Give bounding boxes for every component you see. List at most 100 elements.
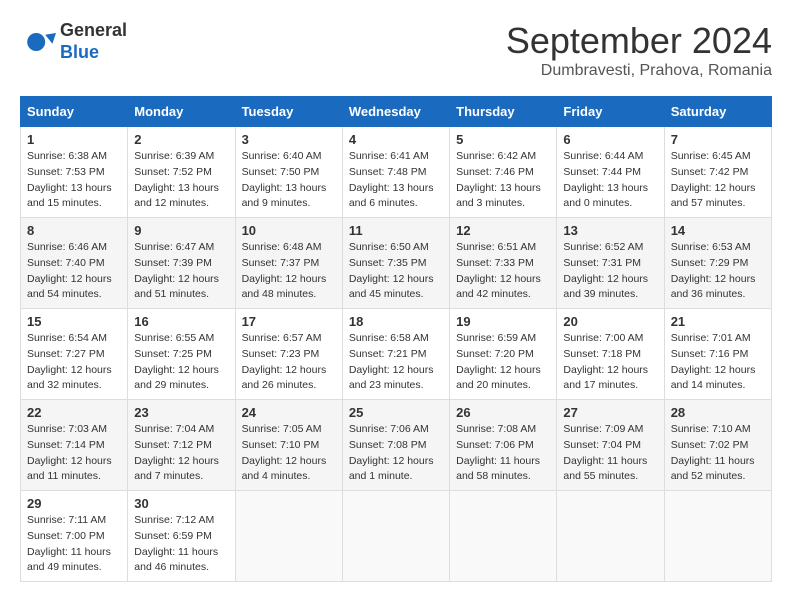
calendar-header-saturday: Saturday — [664, 97, 771, 127]
calendar-cell: 21Sunrise: 7:01 AMSunset: 7:16 PMDayligh… — [664, 309, 771, 400]
day-number: 24 — [242, 405, 336, 420]
logo: General Blue — [20, 20, 127, 63]
calendar-week-row: 22 Sunrise: 7:03 AMSunset: 7:14 PMDayligh… — [21, 400, 772, 491]
day-info: Sunrise: 6:59 AMSunset: 7:20 PMDaylight:… — [456, 331, 550, 394]
day-info: Sunrise: 6:39 AMSunset: 7:52 PMDaylight:… — [134, 149, 228, 212]
calendar-header-wednesday: Wednesday — [342, 97, 449, 127]
calendar-cell: 10Sunrise: 6:48 AMSunset: 7:37 PMDayligh… — [235, 218, 342, 309]
day-info: Sunrise: 6:54 AMSunset: 7:27 PMDaylight:… — [27, 331, 121, 394]
calendar-cell: 13 Sunrise: 6:52 AMSunset: 7:31 PMDayligh… — [557, 218, 664, 309]
calendar-cell: 8Sunrise: 6:46 AMSunset: 7:40 PMDaylight… — [21, 218, 128, 309]
day-info: Sunrise: 6:53 AMSunset: 7:29 PMDaylight:… — [671, 240, 765, 303]
location-subtitle: Dumbravesti, Prahova, Romania — [506, 62, 772, 80]
calendar-week-row: 8Sunrise: 6:46 AMSunset: 7:40 PMDaylight… — [21, 218, 772, 309]
day-number: 1 — [27, 132, 121, 147]
day-number: 9 — [134, 223, 228, 238]
calendar-cell: 26 Sunrise: 7:08 AMSunset: 7:06 PMDayligh… — [450, 400, 557, 491]
calendar-header-tuesday: Tuesday — [235, 97, 342, 127]
day-info: Sunrise: 7:03 AMSunset: 7:14 PMDaylight:… — [27, 422, 121, 485]
calendar-cell: 4 Sunrise: 6:41 AMSunset: 7:48 PMDaylight… — [342, 127, 449, 218]
day-number: 2 — [134, 132, 228, 147]
day-number: 15 — [27, 314, 121, 329]
calendar-cell — [342, 491, 449, 582]
day-info: Sunrise: 7:10 AMSunset: 7:02 PMDaylight:… — [671, 422, 765, 485]
calendar-cell — [235, 491, 342, 582]
day-info: Sunrise: 7:01 AMSunset: 7:16 PMDaylight:… — [671, 331, 765, 394]
calendar-cell: 7Sunrise: 6:45 AMSunset: 7:42 PMDaylight… — [664, 127, 771, 218]
calendar-header-friday: Friday — [557, 97, 664, 127]
calendar-header-sunday: Sunday — [21, 97, 128, 127]
day-number: 13 — [563, 223, 657, 238]
calendar-cell: 30Sunrise: 7:12 AMSunset: 6:59 PMDayligh… — [128, 491, 235, 582]
calendar-cell: 23 Sunrise: 7:04 AMSunset: 7:12 PMDayligh… — [128, 400, 235, 491]
calendar-header-row: SundayMondayTuesdayWednesdayThursdayFrid… — [21, 97, 772, 127]
day-number: 3 — [242, 132, 336, 147]
calendar-cell: 18 Sunrise: 6:58 AMSunset: 7:21 PMDayligh… — [342, 309, 449, 400]
day-number: 18 — [349, 314, 443, 329]
day-number: 26 — [456, 405, 550, 420]
calendar-cell: 17 Sunrise: 6:57 AMSunset: 7:23 PMDayligh… — [235, 309, 342, 400]
day-info: Sunrise: 6:58 AMSunset: 7:21 PMDaylight:… — [349, 331, 443, 394]
day-number: 19 — [456, 314, 550, 329]
calendar-header-thursday: Thursday — [450, 97, 557, 127]
calendar-cell: 12 Sunrise: 6:51 AMSunset: 7:33 PMDayligh… — [450, 218, 557, 309]
day-info: Sunrise: 7:04 AMSunset: 7:12 PMDaylight:… — [134, 422, 228, 485]
day-number: 10 — [242, 223, 336, 238]
day-number: 11 — [349, 223, 443, 238]
logo-general-text: General — [60, 20, 127, 40]
day-number: 17 — [242, 314, 336, 329]
calendar-cell: 28 Sunrise: 7:10 AMSunset: 7:02 PMDayligh… — [664, 400, 771, 491]
calendar-week-row: 29 Sunrise: 7:11 AMSunset: 7:00 PMDayligh… — [21, 491, 772, 582]
day-number: 6 — [563, 132, 657, 147]
day-info: Sunrise: 6:41 AMSunset: 7:48 PMDaylight:… — [349, 149, 443, 212]
day-info: Sunrise: 6:44 AMSunset: 7:44 PMDaylight:… — [563, 149, 657, 212]
calendar-cell — [450, 491, 557, 582]
calendar-cell: 19 Sunrise: 6:59 AMSunset: 7:20 PMDayligh… — [450, 309, 557, 400]
day-info: Sunrise: 6:51 AMSunset: 7:33 PMDaylight:… — [456, 240, 550, 303]
calendar-cell: 16Sunrise: 6:55 AMSunset: 7:25 PMDayligh… — [128, 309, 235, 400]
day-number: 7 — [671, 132, 765, 147]
month-title: September 2024 — [506, 20, 772, 62]
day-info: Sunrise: 7:08 AMSunset: 7:06 PMDaylight:… — [456, 422, 550, 485]
day-number: 28 — [671, 405, 765, 420]
calendar-cell: 25 Sunrise: 7:06 AMSunset: 7:08 PMDayligh… — [342, 400, 449, 491]
day-info: Sunrise: 6:42 AMSunset: 7:46 PMDaylight:… — [456, 149, 550, 212]
calendar-week-row: 15 Sunrise: 6:54 AMSunset: 7:27 PMDayligh… — [21, 309, 772, 400]
day-info: Sunrise: 6:52 AMSunset: 7:31 PMDaylight:… — [563, 240, 657, 303]
day-number: 4 — [349, 132, 443, 147]
day-info: Sunrise: 7:06 AMSunset: 7:08 PMDaylight:… — [349, 422, 443, 485]
day-info: Sunrise: 6:40 AMSunset: 7:50 PMDaylight:… — [242, 149, 336, 212]
calendar-cell: 9Sunrise: 6:47 AMSunset: 7:39 PMDaylight… — [128, 218, 235, 309]
calendar-cell: 20Sunrise: 7:00 AMSunset: 7:18 PMDayligh… — [557, 309, 664, 400]
calendar-cell: 11 Sunrise: 6:50 AMSunset: 7:35 PMDayligh… — [342, 218, 449, 309]
calendar-cell — [664, 491, 771, 582]
day-number: 22 — [27, 405, 121, 420]
day-info: Sunrise: 7:05 AMSunset: 7:10 PMDaylight:… — [242, 422, 336, 485]
calendar-cell: 1Sunrise: 6:38 AMSunset: 7:53 PMDaylight… — [21, 127, 128, 218]
day-info: Sunrise: 6:57 AMSunset: 7:23 PMDaylight:… — [242, 331, 336, 394]
calendar-cell: 5 Sunrise: 6:42 AMSunset: 7:46 PMDaylight… — [450, 127, 557, 218]
day-info: Sunrise: 7:11 AMSunset: 7:00 PMDaylight:… — [27, 513, 121, 576]
day-number: 5 — [456, 132, 550, 147]
calendar-cell — [557, 491, 664, 582]
day-info: Sunrise: 6:46 AMSunset: 7:40 PMDaylight:… — [27, 240, 121, 303]
calendar-cell: 3 Sunrise: 6:40 AMSunset: 7:50 PMDaylight… — [235, 127, 342, 218]
day-number: 25 — [349, 405, 443, 420]
calendar-cell: 29 Sunrise: 7:11 AMSunset: 7:00 PMDayligh… — [21, 491, 128, 582]
calendar-header-monday: Monday — [128, 97, 235, 127]
calendar-cell: 14 Sunrise: 6:53 AMSunset: 7:29 PMDayligh… — [664, 218, 771, 309]
day-info: Sunrise: 7:12 AMSunset: 6:59 PMDaylight:… — [134, 513, 228, 576]
day-info: Sunrise: 7:09 AMSunset: 7:04 PMDaylight:… — [563, 422, 657, 485]
day-number: 23 — [134, 405, 228, 420]
day-number: 16 — [134, 314, 228, 329]
day-number: 14 — [671, 223, 765, 238]
day-number: 29 — [27, 496, 121, 511]
day-info: Sunrise: 6:50 AMSunset: 7:35 PMDaylight:… — [349, 240, 443, 303]
calendar-cell: 22 Sunrise: 7:03 AMSunset: 7:14 PMDayligh… — [21, 400, 128, 491]
calendar-cell: 2 Sunrise: 6:39 AMSunset: 7:52 PMDaylight… — [128, 127, 235, 218]
day-number: 12 — [456, 223, 550, 238]
calendar-week-row: 1Sunrise: 6:38 AMSunset: 7:53 PMDaylight… — [21, 127, 772, 218]
title-area: September 2024 Dumbravesti, Prahova, Rom… — [506, 20, 772, 80]
calendar-table: SundayMondayTuesdayWednesdayThursdayFrid… — [20, 96, 772, 582]
day-info: Sunrise: 7:00 AMSunset: 7:18 PMDaylight:… — [563, 331, 657, 394]
